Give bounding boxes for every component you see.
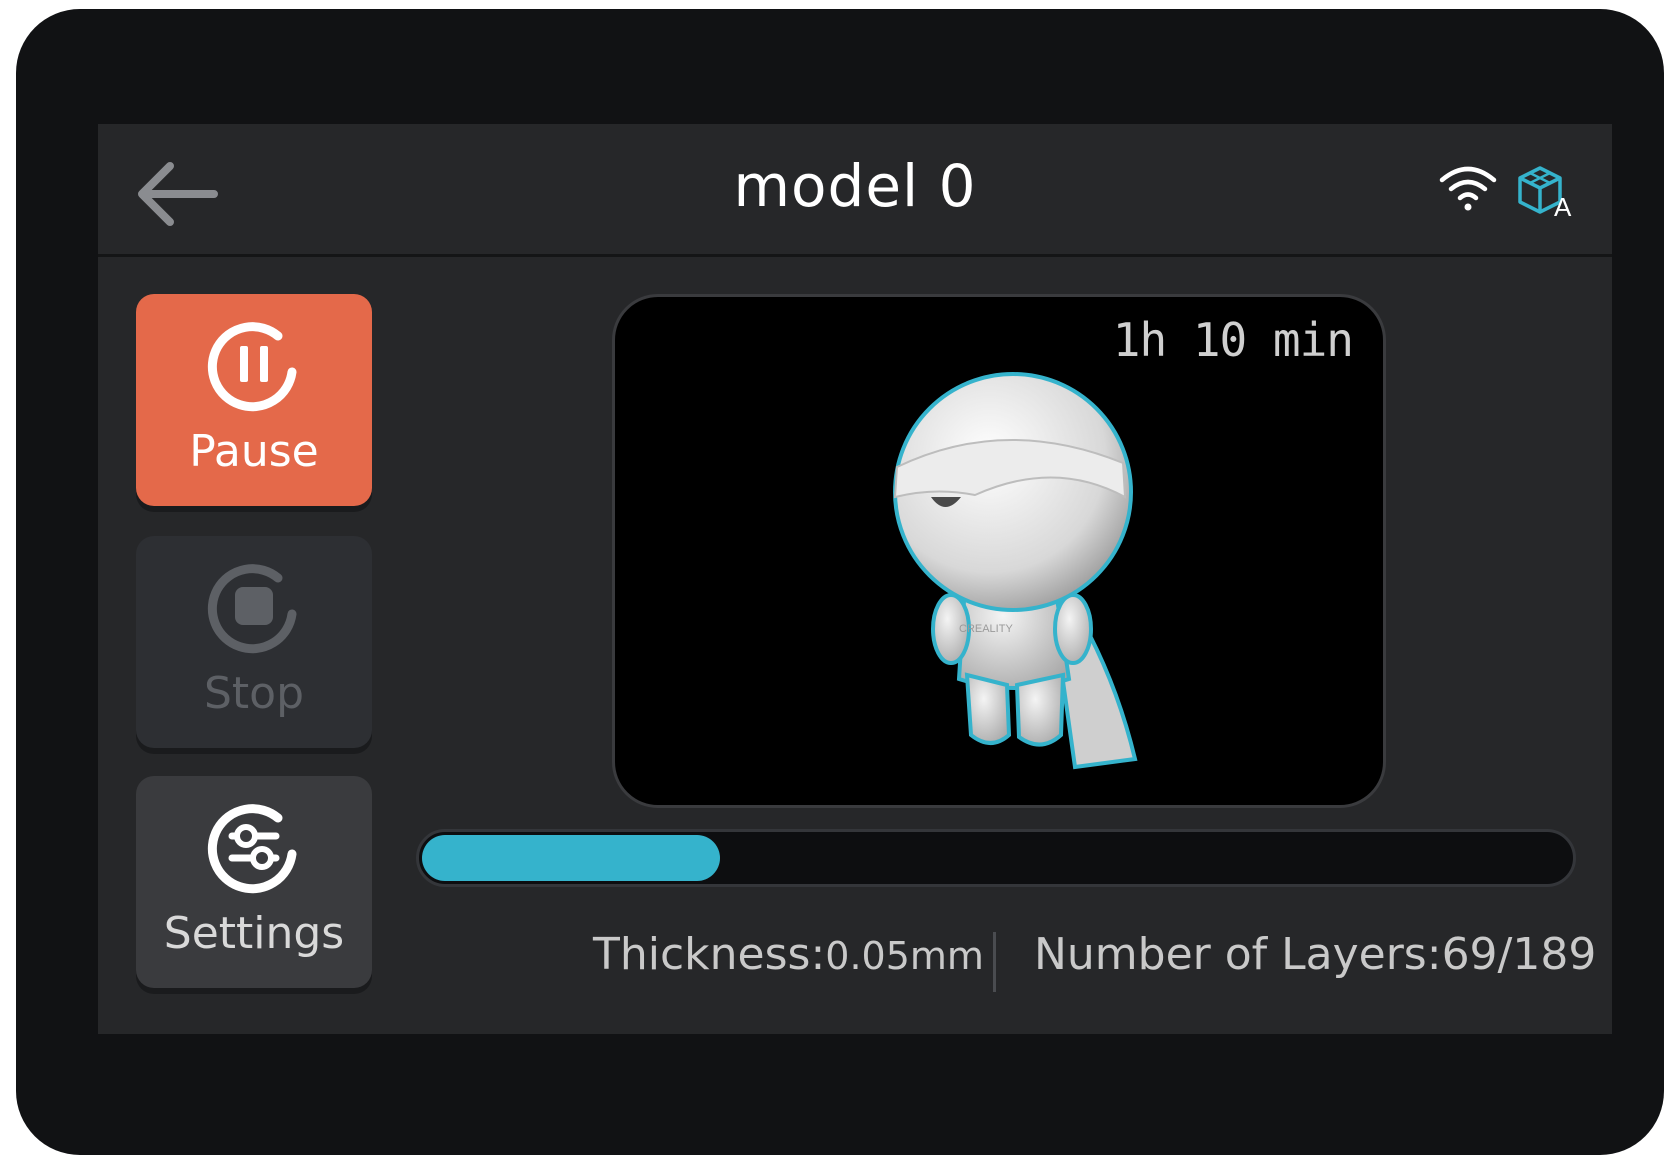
print-progress-fill [422, 835, 720, 881]
stop-icon [207, 564, 297, 654]
device-bezel: model 0 A Pause Stop Settings 1h 10 min … [16, 9, 1664, 1155]
cube-auto-icon: A [1518, 166, 1572, 218]
stats-divider [993, 932, 996, 992]
settings-button[interactable]: Settings [136, 776, 372, 988]
time-remaining: 1h 10 min [1112, 313, 1354, 367]
header-bar: model 0 A [98, 124, 1612, 257]
layers-value: 69/189 [1441, 929, 1597, 980]
thickness-stat: Thickness:0.05mm [593, 929, 984, 980]
wifi-icon [1439, 166, 1497, 211]
thickness-label: Thickness: [593, 929, 826, 980]
pause-label: Pause [189, 426, 319, 477]
pause-button[interactable]: Pause [136, 294, 372, 506]
thickness-value: 0.05mm [825, 934, 984, 978]
print-progress-bar [416, 829, 1576, 887]
settings-label: Settings [163, 908, 345, 959]
chest-text: CREALITY [959, 623, 1013, 635]
settings-sliders-icon [207, 804, 297, 894]
model-preview: 1h 10 min CREALITY [612, 294, 1386, 808]
page-title: model 0 [733, 152, 977, 220]
printer-screen: model 0 A Pause Stop Settings 1h 10 min … [98, 124, 1612, 1034]
stop-label: Stop [203, 668, 305, 719]
auto-letter: A [1554, 192, 1572, 218]
layers-stat: Number of Layers:69/189 [1034, 929, 1596, 980]
stop-button[interactable]: Stop [136, 536, 372, 748]
layers-label: Number of Layers: [1034, 929, 1442, 980]
pause-icon [207, 322, 297, 412]
model-figure-image: CREALITY [893, 372, 1138, 770]
